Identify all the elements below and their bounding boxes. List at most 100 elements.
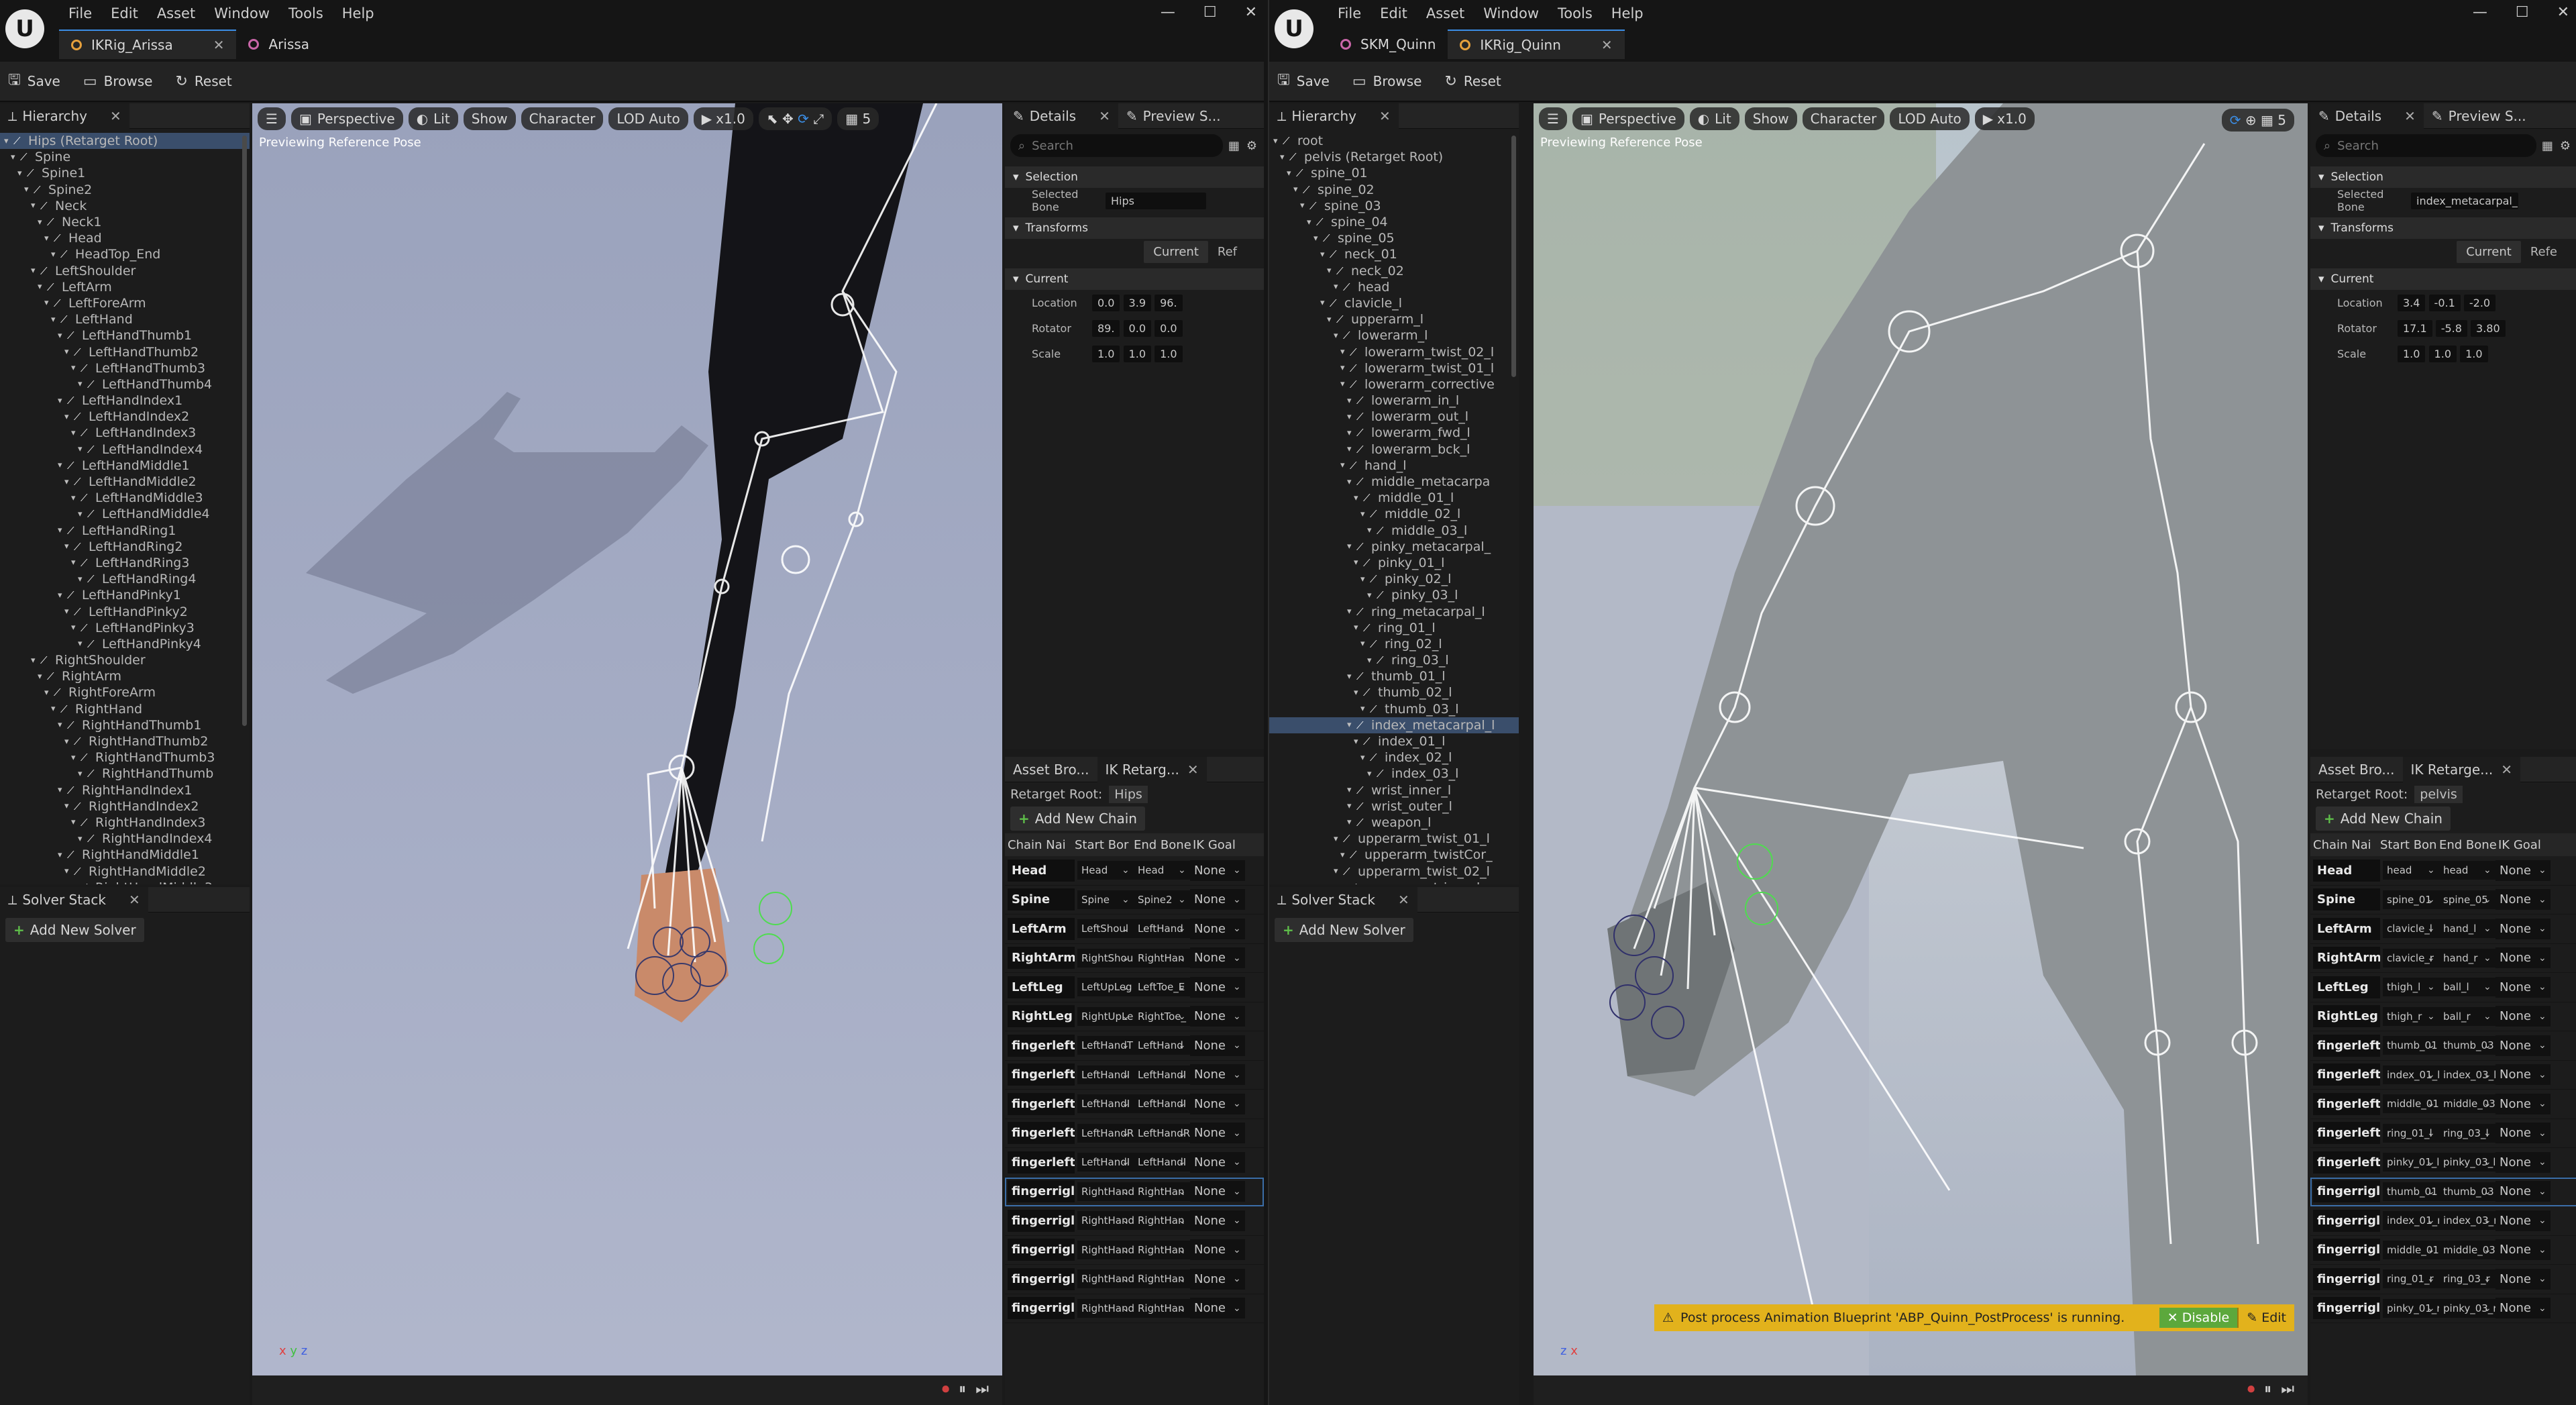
transform-tools[interactable]: ⬉ ✥ ⟳ ⤢ [758,107,833,130]
viewport-arissa[interactable]: ☰ ▣ Perspective ◐ Lit Show Character LOD A… [252,103,1002,1405]
expand-arrow-icon[interactable]: ▾ [1347,607,1356,617]
bone-tree-row[interactable]: ▾ ⟋ LeftHand [0,311,250,327]
expand-arrow-icon[interactable]: ▾ [1360,704,1370,714]
chain-name-field[interactable]: fingerleft [2313,1034,2380,1057]
bone-tree-row[interactable]: ▾ ⟋ upperarm_twist_02_l [1269,863,1519,879]
chain-row[interactable]: RightLeg RightUpLe ⌄ RightToe_ ⌄ None ⌄ [1005,1002,1264,1031]
rotation-x[interactable]: 17.1 [2398,319,2432,337]
disable-button[interactable]: ✕ Disable [2159,1308,2238,1328]
playback-speed-button[interactable]: ▶ x1.0 [693,107,753,130]
bone-tree-row[interactable]: ▾ ⟋ index_01_l [1269,733,1519,749]
expand-arrow-icon[interactable]: ▾ [17,168,27,178]
expand-arrow-icon[interactable]: ▾ [1320,298,1330,308]
expand-arrow-icon[interactable]: ▾ [1354,737,1363,747]
bone-tree-row[interactable]: ▾ ⟋ lowerarm_twist_01_l [1269,360,1519,376]
expand-arrow-icon[interactable]: ▾ [38,217,47,227]
bone-tree-row[interactable]: ▾ ⟋ LeftHandIndex2 [0,409,250,425]
expand-arrow-icon[interactable]: ▾ [1327,266,1336,276]
expand-arrow-icon[interactable]: ▾ [78,639,87,649]
bone-tree-row[interactable]: ▾ ⟋ LeftHandPinky2 [0,603,250,619]
maximize-icon[interactable]: ☐ [2516,4,2529,21]
bone-tree-row[interactable]: ▾ ⟋ RightHandIndex1 [0,782,250,798]
bone-tree-row[interactable]: ▾ ⟋ spine_05 [1269,230,1519,246]
bone-tree-row[interactable]: ▾ ⟋ Spine [0,149,250,165]
bone-tree-row[interactable]: ▾ ⟋ Neck [0,198,250,214]
scale-y[interactable]: 1.0 [1123,345,1151,362]
bone-tree-row[interactable]: ▾ ⟋ pinky_01_l [1269,555,1519,571]
bone-tree-row[interactable]: ▾ ⟋ LeftHandMiddle1 [0,458,250,474]
current-toggle-button[interactable]: Current [2457,240,2521,263]
section-transforms[interactable]: ▾ Transforms [2310,217,2576,239]
close-icon[interactable]: ✕ [1398,892,1409,908]
section-selection[interactable]: ▾ Selection [2310,166,2576,188]
expand-arrow-icon[interactable]: ▾ [71,428,80,438]
expand-arrow-icon[interactable]: ▾ [64,477,74,487]
expand-arrow-icon[interactable]: ▾ [1354,688,1363,698]
expand-arrow-icon[interactable]: ▾ [1287,168,1296,178]
menu-window[interactable]: Window [205,3,279,24]
chain-name-field[interactable]: fingerleft [1008,1151,1075,1174]
save-button[interactable]: 🖫 Save [8,68,60,94]
chain-name-field[interactable]: RightLeg [1008,1005,1075,1028]
section-current[interactable]: ▾ Current [2310,268,2576,290]
chain-row[interactable]: fingerrigl middle_01 ⌄ middle_03 ⌄ None ⌄ [2310,1236,2576,1265]
menu-asset[interactable]: Asset [1417,3,1474,24]
chain-name-field[interactable]: RightArm [1008,947,1075,970]
expand-arrow-icon[interactable]: ▾ [1340,850,1350,860]
chain-row[interactable]: LeftLeg LeftUpLeg ⌄ LeftToe_E ⌄ None ⌄ [1005,973,1264,1002]
bone-tree-row[interactable]: ▾ ⟋ pinky_03_l [1269,587,1519,603]
bone-tree-row[interactable]: ▾ ⟋ thumb_02_l [1269,684,1519,700]
tab-preview-settings[interactable]: ✎ Preview S... [1118,103,1229,129]
selected-bone-field[interactable]: index_metacarpal_ [2411,192,2518,209]
bone-tree-row[interactable]: ▾ ⟋ RightShoulder [0,652,250,668]
rotation-label[interactable]: Rotator [1032,322,1092,335]
bone-tree-row[interactable]: ▾ ⟋ Hips (Retarget Root) [0,133,250,150]
bone-tree-row[interactable]: ▾ ⟋ LeftHandThumb3 [0,360,250,376]
chain-name-field[interactable]: fingerleft [1008,1092,1075,1115]
tab-ikrig-quinn[interactable]: IKRig_Quinn ✕ [1448,30,1625,59]
expand-arrow-icon[interactable]: ▾ [11,152,20,162]
expand-arrow-icon[interactable]: ▾ [1354,493,1363,503]
expand-arrow-icon[interactable]: ▾ [1273,136,1283,146]
chain-row[interactable]: Spine spine_01 ⌄ spine_05 ⌄ None ⌄ [2310,886,2576,915]
bone-tree-row[interactable]: ▾ ⟋ lowerarm_corrective [1269,376,1519,393]
chain-row[interactable]: RightLeg thigh_r ⌄ ball_r ⌄ None ⌄ [2310,1002,2576,1031]
scale-x[interactable]: 1.0 [2398,345,2426,362]
expand-arrow-icon[interactable]: ▾ [1360,509,1370,519]
show-button[interactable]: Show [463,107,516,130]
expand-arrow-icon[interactable]: ▾ [71,753,80,763]
expand-arrow-icon[interactable]: ▾ [78,379,87,389]
grid-snap[interactable]: ▦ 5 [837,107,879,130]
save-button[interactable]: 🖫 Save [1277,68,1330,94]
section-selection[interactable]: ▾ Selection [1005,166,1264,188]
menu-asset[interactable]: Asset [148,3,205,24]
bone-tree-row[interactable]: ▾ ⟋ LeftHandRing3 [0,555,250,571]
expand-arrow-icon[interactable]: ▾ [1367,656,1377,666]
perspective-button[interactable]: ▣ Perspective [1572,107,1684,130]
expand-arrow-icon[interactable]: ▾ [1293,185,1303,195]
close-icon[interactable]: ✕ [2501,762,2512,778]
location-x[interactable]: 3.4 [2398,294,2426,311]
expand-arrow-icon[interactable]: ▾ [1320,250,1330,260]
expand-arrow-icon[interactable]: ▾ [1334,866,1343,876]
chain-row[interactable]: fingerrigl index_01_r ⌄ index_03_r ⌄ None ⌄ [2310,1206,2576,1236]
expand-arrow-icon[interactable]: ▾ [1360,574,1370,584]
bone-tree-row[interactable]: ▾⟋ upperarm_tricep_l [1269,880,1519,884]
chain-name-field[interactable]: fingerrigl [1008,1267,1075,1290]
settings-icon[interactable]: ⚙ [1246,139,1257,153]
grid-view-icon[interactable]: ▦ [1228,139,1240,153]
expand-arrow-icon[interactable]: ▾ [71,558,80,568]
retarget-root-value[interactable]: Hips [1109,786,1148,803]
record-icon[interactable]: ⏺ [2247,1381,2255,1398]
chain-row[interactable]: RightArm clavicle_r ⌄ hand_r ⌄ None ⌄ [2310,944,2576,973]
menu-tools[interactable]: Tools [1548,3,1602,24]
chain-row[interactable]: fingerleft index_01_l ⌄ index_03_l ⌄ None ⌄ [2310,1061,2576,1090]
bone-tree-row[interactable]: ▾ ⟋ spine_01 [1269,165,1519,181]
bone-tree-row[interactable]: ▾ ⟋ spine_04 [1269,214,1519,230]
chain-name-field[interactable]: fingerleft [1008,1122,1075,1145]
expand-arrow-icon[interactable]: ▾ [71,623,80,633]
rotation-z[interactable]: 3.80 [2471,319,2506,337]
close-icon[interactable]: ✕ [1601,37,1613,53]
expand-arrow-icon[interactable]: ▾ [1347,817,1356,827]
bone-tree-row[interactable]: ▾ ⟋ spine_02 [1269,182,1519,198]
